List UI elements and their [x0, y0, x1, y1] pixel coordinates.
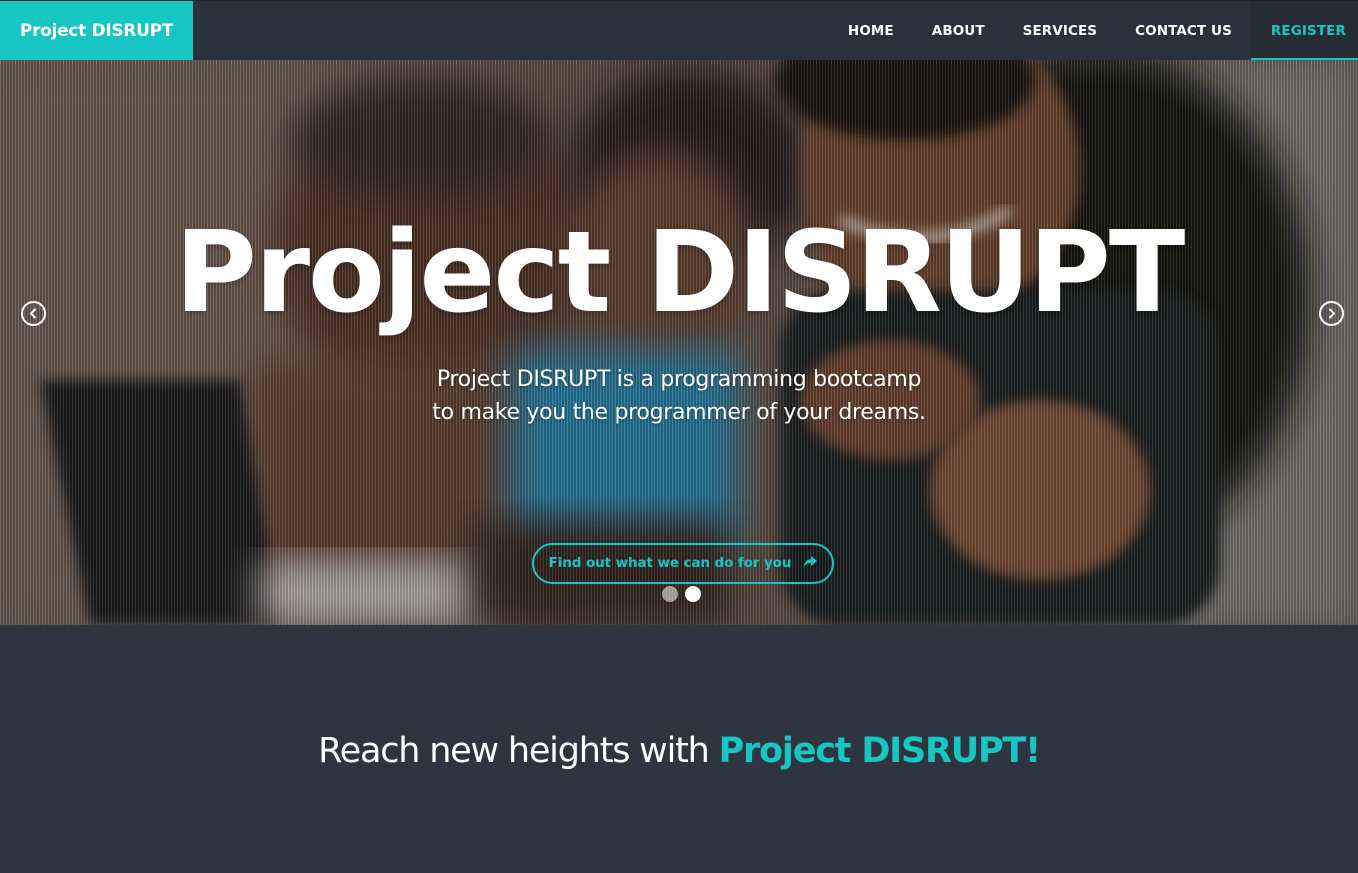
hero-carousel: Project DISRUPT Project DISRUPT is a pro… — [0, 60, 1358, 625]
nav-item-services[interactable]: SERVICES — [1004, 1, 1116, 61]
intro-heading-accent: Project DISRUPT! — [718, 731, 1042, 771]
intro-heading: Reach new heights with Project DISRUPT! — [0, 724, 1358, 778]
find-out-more-button[interactable]: Find out what we can do for you — [532, 543, 834, 584]
carousel-indicator-2[interactable] — [685, 586, 701, 602]
brand-logo[interactable]: Project DISRUPT — [0, 1, 193, 61]
chevron-left-icon — [30, 308, 36, 319]
hero-subtitle-line-2: to make you the programmer of your dream… — [432, 400, 926, 425]
carousel-indicator-1[interactable] — [662, 586, 678, 602]
carousel-indicators — [662, 586, 701, 602]
intro-section: Reach new heights with Project DISRUPT! — [0, 625, 1358, 873]
share-arrow-icon — [803, 547, 818, 584]
find-out-more-label: Find out what we can do for you — [548, 555, 792, 571]
navbar: Project DISRUPT HOME ABOUT SERVICES CONT… — [0, 0, 1358, 61]
nav-item-register[interactable]: REGISTER — [1250, 1, 1358, 61]
hero-subtitle: Project DISRUPT is a programming bootcam… — [379, 363, 979, 429]
carousel-next-button[interactable] — [1319, 301, 1344, 326]
intro-heading-prefix: Reach new heights with — [318, 731, 719, 771]
nav-item-contact-us[interactable]: CONTACT US — [1116, 1, 1251, 61]
hero-stripe-overlay — [0, 60, 1358, 625]
hero-subtitle-line-1: Project DISRUPT is a programming bootcam… — [436, 367, 922, 392]
chevron-right-icon — [1329, 308, 1335, 319]
hero-title: Project DISRUPT — [174, 208, 1186, 338]
nav-item-home[interactable]: HOME — [829, 1, 913, 61]
nav-item-about[interactable]: ABOUT — [913, 1, 1004, 61]
nav-menu: HOME ABOUT SERVICES CONTACT US REGISTER — [829, 1, 1358, 61]
carousel-prev-button[interactable] — [21, 301, 46, 326]
